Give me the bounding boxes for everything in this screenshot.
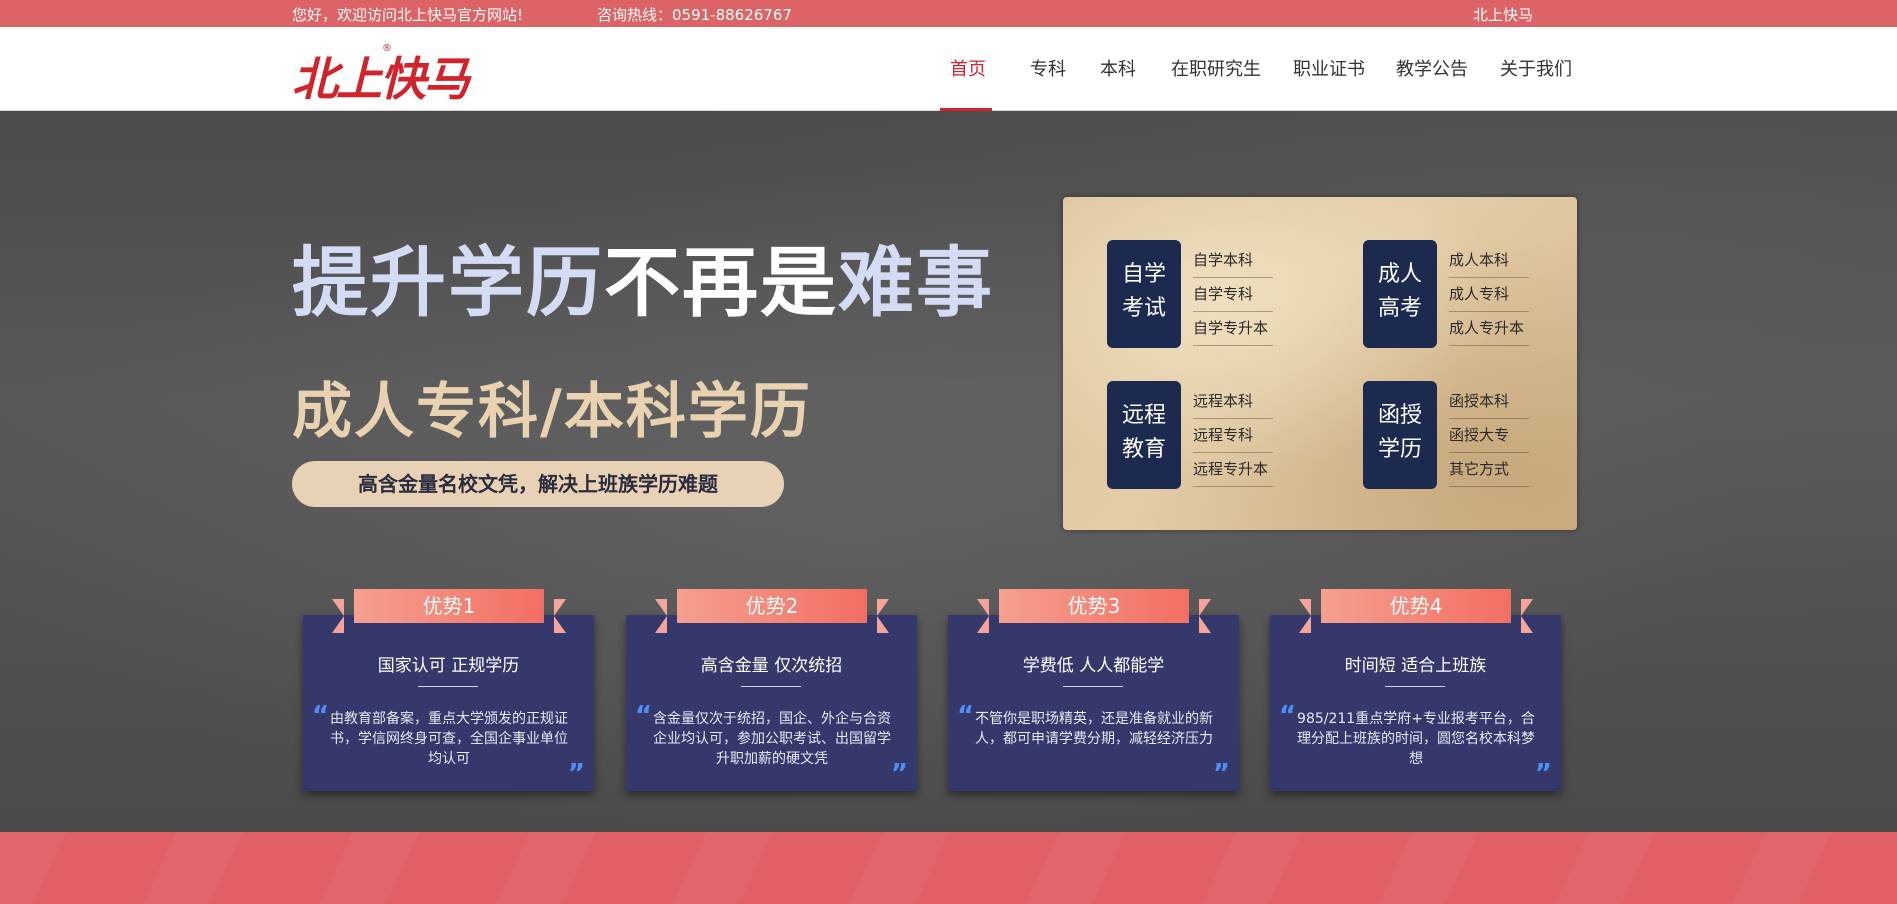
- advantage-title: 学费低 人人都能学: [1022, 656, 1165, 676]
- close-quote-icon: ”: [567, 759, 585, 789]
- ribbon-tail: [554, 599, 566, 633]
- welcome-text: 您好，欢迎访问北上快马官方网站!: [292, 6, 524, 24]
- open-quote-icon: “: [957, 701, 975, 731]
- category-link[interactable]: 远程专升本: [1193, 453, 1273, 487]
- brand-link[interactable]: 北上快马: [1473, 4, 1533, 25]
- category-links: 自学本科 自学专科 自学专升本: [1193, 244, 1273, 346]
- category-link[interactable]: 成人专科: [1449, 278, 1529, 312]
- ribbon-tail: [1299, 599, 1311, 633]
- category-adult-exam: 成人 高考 成人本科 成人专科 成人专升本: [1363, 240, 1583, 350]
- category-box[interactable]: 函授 学历: [1363, 381, 1437, 489]
- category-links: 远程本科 远程专科 远程专升本: [1193, 385, 1273, 487]
- category-links: 函授本科 函授大专 其它方式: [1449, 385, 1529, 487]
- divider: [418, 686, 478, 687]
- nav-about[interactable]: 关于我们: [1500, 27, 1572, 111]
- advantage-tag: 优势2: [677, 589, 867, 623]
- advantage-ribbon: 优势1: [332, 589, 566, 633]
- headline-part-3: 难事: [838, 238, 994, 327]
- advantage-tag: 优势3: [999, 589, 1189, 623]
- advantage-tag: 优势1: [354, 589, 544, 623]
- advantage-card: 优势4 时间短 适合上班族 “ 985/211重点学府+专业报考平台，合理分配上…: [1270, 589, 1561, 791]
- ribbon-tail: [1199, 599, 1211, 633]
- site-header: 北上快马 ® 首页 专科 本科 在职研究生 职业证书 教学公告 关于我们: [0, 27, 1897, 111]
- category-correspondence: 函授 学历 函授本科 函授大专 其它方式: [1363, 381, 1583, 491]
- advantage-body: 含金量仅次于统招，国企、外企与合资企业均认可，参加公职考试、出国留学升职加薪的硬…: [653, 711, 891, 767]
- category-label-line1: 成人: [1377, 262, 1422, 287]
- category-label-line1: 自学: [1121, 262, 1166, 287]
- advantage-ribbon: 优势2: [655, 589, 889, 633]
- advantage-card: 优势2 高含金量 仅次统招 “ 含金量仅次于统招，国企、外企与合资企业均认可，参…: [626, 589, 917, 791]
- ribbon-tail: [332, 599, 344, 633]
- headline-part-1: 提升学历: [292, 238, 604, 327]
- advantage-card: 优势3 学费低 人人都能学 “ 不管你是职场精英，还是准备就业的新人，都可申请学…: [948, 589, 1239, 791]
- advantage-body: 不管你是职场精英，还是准备就业的新人，都可申请学费分期，减轻经济压力: [975, 711, 1213, 747]
- nav-undergraduate[interactable]: 本科: [1100, 27, 1136, 111]
- category-link[interactable]: 成人专升本: [1449, 312, 1529, 346]
- footer-band: [0, 832, 1897, 904]
- category-panel: 自学 考试 自学本科 自学专科 自学专升本 成人 高考 成人本科 成人专科 成人…: [1063, 197, 1577, 530]
- category-label-line2: 教育: [1121, 437, 1166, 462]
- ribbon-tail: [1521, 599, 1533, 633]
- advantage-tag: 优势4: [1321, 589, 1511, 623]
- advantage-title: 国家认可 正规学历: [377, 656, 520, 676]
- headline-part-2: 不再是: [604, 238, 838, 327]
- divider: [741, 686, 801, 687]
- category-box[interactable]: 成人 高考: [1363, 240, 1437, 348]
- category-box[interactable]: 远程 教育: [1107, 381, 1181, 489]
- close-quote-icon: ”: [1212, 759, 1230, 789]
- nav-certificates[interactable]: 职业证书: [1293, 27, 1365, 111]
- logo-wordmark: 北上快马: [292, 52, 470, 106]
- ribbon-tail: [977, 599, 989, 633]
- category-link[interactable]: 自学专科: [1193, 278, 1273, 312]
- category-link[interactable]: 函授本科: [1449, 385, 1529, 419]
- open-quote-icon: “: [312, 701, 330, 731]
- advantage-ribbon: 优势4: [1299, 589, 1533, 633]
- category-label-line2: 考试: [1121, 296, 1166, 321]
- advantage-title: 时间短 适合上班族: [1344, 656, 1487, 676]
- advantage-ribbon: 优势3: [977, 589, 1211, 633]
- category-link[interactable]: 其它方式: [1449, 453, 1529, 487]
- advantage-body: 由教育部备案，重点大学颁发的正规证书，学信网终身可查，全国企事业单位均认可: [330, 711, 568, 767]
- open-quote-icon: “: [635, 701, 653, 731]
- advantage-title: 高含金量 仅次统招: [700, 656, 843, 676]
- close-quote-icon: ”: [1534, 759, 1552, 789]
- category-box[interactable]: 自学 考试: [1107, 240, 1181, 348]
- advantage-card: 优势1 国家认可 正规学历 “ 由教育部备案，重点大学颁发的正规证书，学信网终身…: [303, 589, 594, 791]
- category-link[interactable]: 自学本科: [1193, 244, 1273, 278]
- ribbon-tail: [655, 599, 667, 633]
- nav-announcements[interactable]: 教学公告: [1396, 27, 1468, 111]
- category-self-study: 自学 考试 自学本科 自学专科 自学专升本: [1107, 240, 1327, 350]
- ribbon-tail: [877, 599, 889, 633]
- category-label-line1: 远程: [1121, 403, 1166, 428]
- category-link[interactable]: 函授大专: [1449, 419, 1529, 453]
- category-label-line2: 高考: [1377, 296, 1422, 321]
- category-distance: 远程 教育 远程本科 远程专科 远程专升本: [1107, 381, 1327, 491]
- hero-headline: 提升学历不再是难事: [292, 221, 994, 331]
- nav-junior-college[interactable]: 专科: [1030, 27, 1066, 111]
- divider: [1063, 686, 1123, 687]
- advantage-body: 985/211重点学府+专业报考平台，合理分配上班族的时间，圆您名校本科梦想: [1297, 711, 1535, 767]
- close-quote-icon: ”: [890, 759, 908, 789]
- hero-subhead: 成人专科/本科学历: [292, 377, 812, 447]
- category-link[interactable]: 成人本科: [1449, 244, 1529, 278]
- open-quote-icon: “: [1279, 701, 1297, 731]
- category-label-line1: 函授: [1377, 403, 1422, 428]
- logo[interactable]: 北上快马 ®: [292, 43, 472, 106]
- hero-pill: 高含金量名校文凭，解决上班族学历难题: [292, 461, 784, 507]
- category-link[interactable]: 远程专科: [1193, 419, 1273, 453]
- nav-graduate[interactable]: 在职研究生: [1171, 27, 1261, 111]
- hero-banner: 提升学历不再是难事 成人专科/本科学历 高含金量名校文凭，解决上班族学历难题 自…: [0, 111, 1897, 832]
- category-label-line2: 学历: [1377, 437, 1422, 462]
- category-link[interactable]: 自学专升本: [1193, 312, 1273, 346]
- category-link[interactable]: 远程本科: [1193, 385, 1273, 419]
- registered-mark-icon: ®: [382, 43, 392, 54]
- nav-home[interactable]: 首页: [950, 27, 986, 111]
- category-links: 成人本科 成人专科 成人专升本: [1449, 244, 1529, 346]
- hotline-text: 咨询热线：0591-88626767: [597, 6, 792, 24]
- divider: [1385, 686, 1445, 687]
- top-bar: 您好，欢迎访问北上快马官方网站! 咨询热线：0591-88626767 北上快马: [0, 0, 1897, 27]
